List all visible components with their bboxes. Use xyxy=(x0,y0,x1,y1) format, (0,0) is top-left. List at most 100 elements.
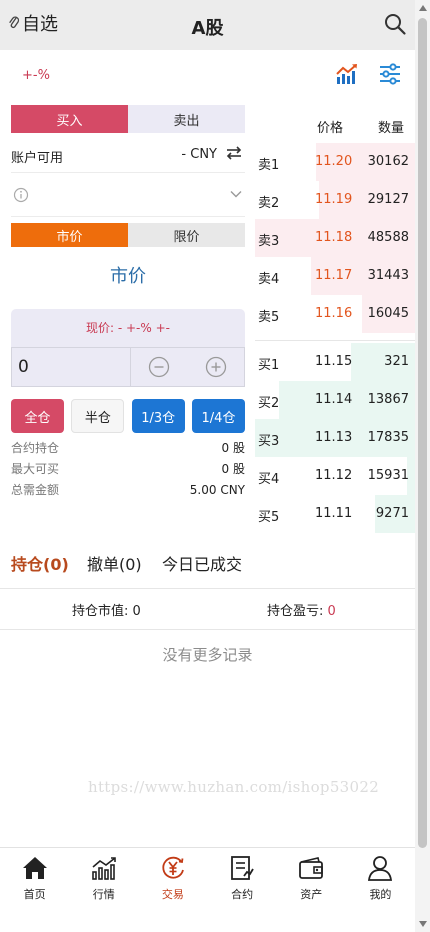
level-label: 卖2 xyxy=(258,196,280,211)
bid-row[interactable]: 买2 11.14 13867 xyxy=(255,381,415,419)
summary-row: 总需金额 5.00 CNY xyxy=(11,480,245,501)
level-price: 11.19 xyxy=(315,192,353,207)
trade-yuan-icon xyxy=(162,856,184,879)
qty-column-header: 数量 xyxy=(378,121,405,136)
price-change: +-% xyxy=(22,68,50,83)
market-price-label: 市价 xyxy=(110,266,146,287)
bid-row[interactable]: 买3 11.13 17835 xyxy=(255,419,415,457)
order-form: 买入 卖出 账户可用 - CNY 市价 限价 市价 现价: - +-% +- 0 xyxy=(11,105,245,501)
nav-label: 交易 xyxy=(161,888,184,901)
nav-profile[interactable]: 我的 xyxy=(346,848,415,907)
level-label: 卖4 xyxy=(258,272,280,287)
ask-row[interactable]: 卖5 11.16 16045 xyxy=(255,295,415,333)
chevron-down-icon[interactable] xyxy=(229,187,243,201)
summary-row: 最大可买 0 股 xyxy=(11,459,245,480)
trend-chart-icon[interactable] xyxy=(335,62,359,86)
minus-icon[interactable] xyxy=(148,356,170,378)
ask-row[interactable]: 卖2 11.19 29127 xyxy=(255,181,415,219)
tab-sell[interactable]: 卖出 xyxy=(128,105,245,133)
tab-today-filled[interactable]: 今日已成交 xyxy=(162,551,242,575)
holdings-pnl: 持仓盈亏: 0 xyxy=(267,600,336,619)
price-column-header: 价格 xyxy=(317,121,344,136)
holdings-summary: 持仓市值: 0 持仓盈亏: 0 xyxy=(0,589,415,630)
scroll-down-arrow[interactable] xyxy=(419,921,427,927)
plus-icon[interactable] xyxy=(205,356,227,378)
level-label: 买5 xyxy=(258,510,280,525)
level-label: 买4 xyxy=(258,472,280,487)
nav-label: 我的 xyxy=(369,888,392,901)
search-icon[interactable] xyxy=(383,12,407,36)
ask-row[interactable]: 卖4 11.17 31443 xyxy=(255,257,415,295)
level-price: 11.17 xyxy=(315,268,353,283)
third-position-button[interactable]: 1/3仓 xyxy=(131,399,185,433)
nav-label: 合约 xyxy=(231,888,254,901)
nav-contract[interactable]: 合约 xyxy=(208,848,277,907)
nav-label: 首页 xyxy=(23,888,46,901)
scroll-up-arrow[interactable] xyxy=(419,5,427,11)
home-icon xyxy=(22,857,47,879)
order-book-divider xyxy=(255,333,415,341)
tab-buy[interactable]: 买入 xyxy=(11,105,128,133)
quantity-stepper: 0 xyxy=(11,347,245,387)
market-value: 持仓市值: 0 xyxy=(72,600,141,619)
market-value-label: 持仓市值: xyxy=(72,604,129,619)
contract-icon xyxy=(231,856,254,880)
info-icon xyxy=(13,187,29,203)
summary-value: 0 股 xyxy=(221,462,245,476)
level-label: 卖5 xyxy=(258,310,280,325)
summary-label: 最大可买 xyxy=(11,462,60,476)
account-label: 账户可用 xyxy=(11,151,64,166)
watermark: https://www.huzhan.com/ishop53022 xyxy=(88,778,380,796)
buy-sell-tabs: 买入 卖出 xyxy=(11,105,245,133)
nav-home[interactable]: 首页 xyxy=(0,848,69,907)
summary-value: 0 股 xyxy=(221,441,245,455)
level-price: 11.12 xyxy=(315,468,353,483)
bid-row[interactable]: 买5 11.11 9271 xyxy=(255,495,415,533)
level-price: 11.16 xyxy=(315,306,353,321)
swap-icon[interactable] xyxy=(225,144,243,162)
ask-row[interactable]: 卖1 11.20 30162 xyxy=(255,143,415,181)
no-more-records: 没有更多记录 xyxy=(162,646,253,664)
filter-settings-icon[interactable] xyxy=(378,62,402,86)
bid-row[interactable]: 买4 11.12 15931 xyxy=(255,457,415,495)
nav-trade[interactable]: 交易 xyxy=(138,848,207,907)
tab-holdings[interactable]: 持仓(0) xyxy=(11,551,69,575)
summary-value: 5.00 CNY xyxy=(189,483,245,497)
scrollbar-thumb[interactable] xyxy=(418,18,427,848)
records-tabs: 持仓(0) 撤单(0) 今日已成交 xyxy=(0,543,415,589)
tab-cancel-orders[interactable]: 撤单(0) xyxy=(87,551,142,575)
level-price: 11.14 xyxy=(315,392,353,407)
nav-label: 资产 xyxy=(300,888,323,901)
quantity-input[interactable]: 0 xyxy=(12,348,131,386)
user-icon xyxy=(368,856,393,881)
bottom-nav: 首页 行情 交易 合约 资产 我的 xyxy=(0,847,415,907)
level-price: 11.13 xyxy=(315,430,353,445)
pnl-amount: 0 xyxy=(327,604,336,619)
nav-label: 行情 xyxy=(92,888,115,901)
bid-row[interactable]: 买1 11.15 321 xyxy=(255,343,415,381)
level-qty: 9271 xyxy=(375,506,409,521)
current-price-display: 现价: - +-% +- xyxy=(11,309,245,347)
ask-row[interactable]: 卖3 11.18 48588 xyxy=(255,219,415,257)
tab-market-order[interactable]: 市价 xyxy=(11,223,128,247)
full-position-button[interactable]: 全仓 xyxy=(11,399,64,433)
summary-label: 合约持仓 xyxy=(11,441,60,455)
summary-row: 合约持仓 0 股 xyxy=(11,438,245,459)
market-value-amount: 0 xyxy=(132,604,141,619)
contract-select[interactable] xyxy=(11,173,245,217)
level-qty: 13867 xyxy=(367,392,409,407)
scrollbar[interactable] xyxy=(415,0,430,932)
level-price: 11.18 xyxy=(315,230,353,245)
nav-assets[interactable]: 资产 xyxy=(277,848,346,907)
level-qty: 17835 xyxy=(367,430,409,445)
position-size-buttons: 全仓 半仓 1/3仓 1/4仓 xyxy=(11,399,245,433)
summary-label: 总需金额 xyxy=(11,483,60,497)
tab-limit-order[interactable]: 限价 xyxy=(128,223,245,247)
level-qty: 15931 xyxy=(367,468,409,483)
half-position-button[interactable]: 半仓 xyxy=(71,399,125,433)
pnl-label: 持仓盈亏: xyxy=(267,604,324,619)
nav-market[interactable]: 行情 xyxy=(69,848,138,907)
order-book-header: 价格 数量 xyxy=(255,105,415,143)
wallet-icon xyxy=(299,857,324,879)
quarter-position-button[interactable]: 1/4仓 xyxy=(191,399,245,433)
